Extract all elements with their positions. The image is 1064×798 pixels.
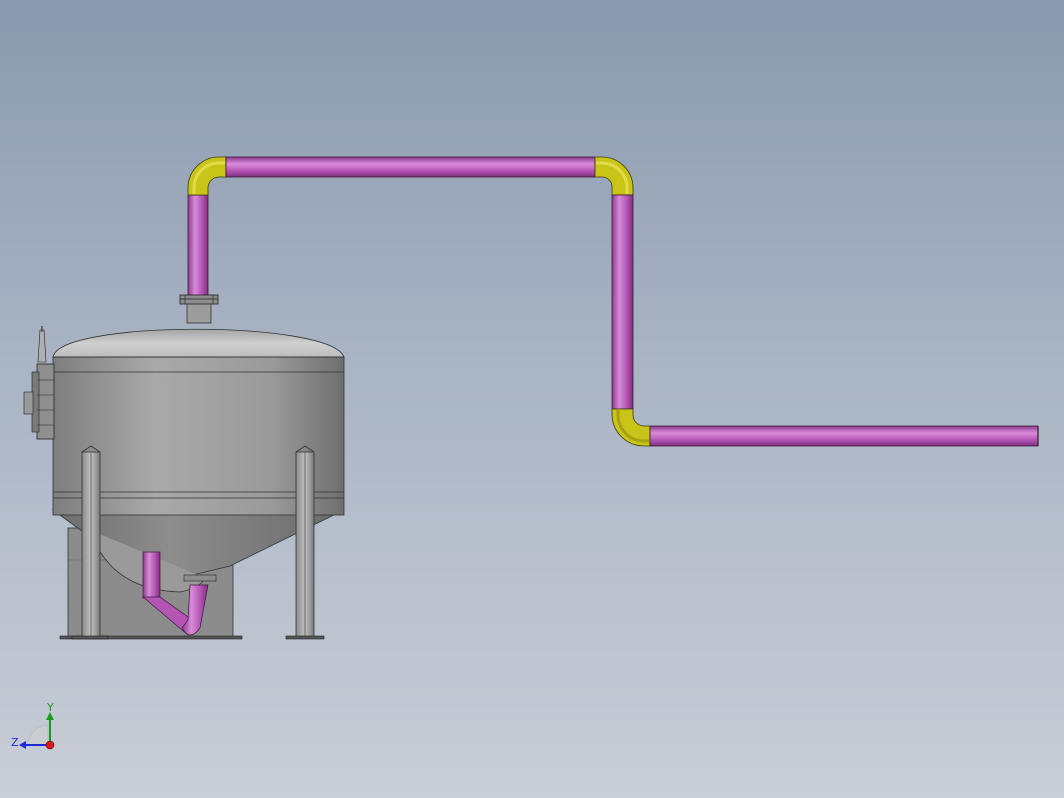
pressure-vessel[interactable] <box>23 294 345 640</box>
side-manway[interactable] <box>23 326 55 440</box>
y-axis-label: Y <box>46 701 54 714</box>
top-flange <box>179 294 219 305</box>
pipe-segment-drop[interactable] <box>611 194 634 410</box>
top-nozzle <box>186 302 212 324</box>
orientation-triad[interactable]: Y Z <box>11 701 55 750</box>
pipe-segment-riser[interactable] <box>187 194 209 297</box>
z-axis-label: Z <box>11 736 19 749</box>
pipe-segment-top[interactable] <box>225 156 596 178</box>
cad-viewport[interactable]: Y Z <box>0 0 1064 798</box>
pipe-segment-outlet[interactable] <box>649 425 1039 447</box>
model-view[interactable]: Y Z <box>0 0 1064 798</box>
x-axis-icon <box>45 740 55 750</box>
vessel-dome <box>52 328 345 358</box>
